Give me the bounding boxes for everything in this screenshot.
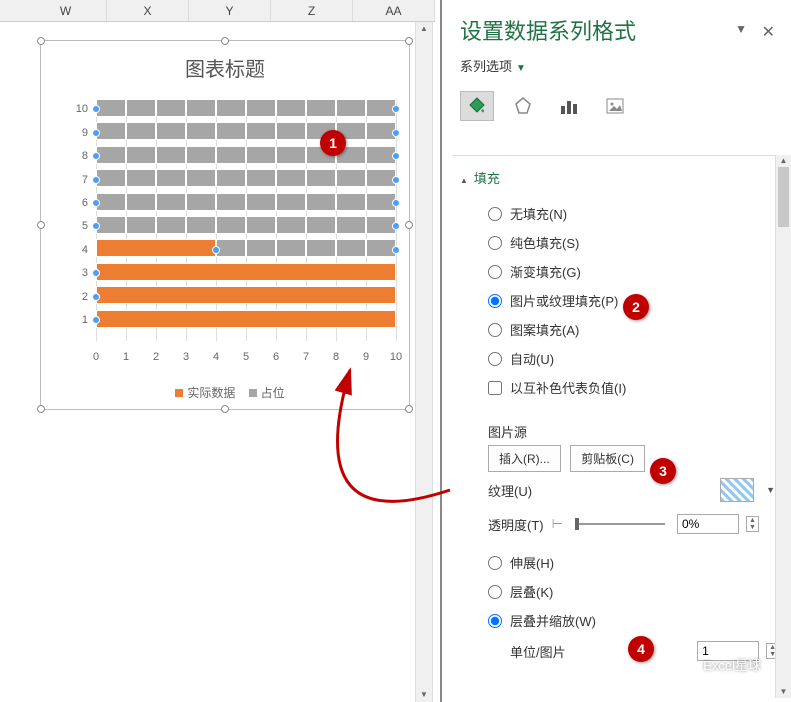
fill-none-radio[interactable]: 无填充(N) [488,199,779,228]
wechat-icon [675,656,697,674]
scroll-up-icon[interactable]: ▲ [416,22,432,36]
picture-source-label: 图片源 [488,418,779,445]
callout-1: 1 [320,130,346,156]
unit-picture-label: 单位/图片 [510,642,566,661]
pane-body: 填充 无填充(N) 纯色填充(S) 渐变填充(G) 图片或纹理填充(P) 图案填… [452,155,787,698]
bar-grey[interactable] [96,122,396,140]
col-header[interactable]: Y [189,0,271,21]
bar-orange[interactable] [96,310,396,328]
transparency-slider[interactable] [575,523,665,525]
stack-radio[interactable]: 层叠(K) [488,577,779,606]
transparency-input[interactable] [677,514,739,534]
format-pane: 设置数据系列格式 ▼ ✕ 系列选项▼ 填充 无填充(N) 纯色填充(S) 渐变填… [440,0,791,702]
close-icon[interactable]: ✕ [762,22,775,42]
bar-grey[interactable] [96,193,396,211]
invert-negative-checkbox[interactable]: 以互补色代表负值(I) [488,373,779,402]
callout-3: 3 [650,458,676,484]
transparency-spinner[interactable]: ▲▼ [746,516,759,532]
col-header[interactable]: W [25,0,107,21]
worksheet-area: W X Y Z AA 图表标题 0 1 2 3 4 5 6 7 8 9 10 1… [0,0,435,702]
series-options-dropdown[interactable]: 系列选项▼ [442,52,791,85]
texture-dropdown[interactable] [720,478,754,502]
fill-solid-radio[interactable]: 纯色填充(S) [488,228,779,257]
column-headers: W X Y Z AA [0,0,435,22]
scroll-down-icon[interactable]: ▼ [416,688,432,702]
bar-orange[interactable] [96,263,396,281]
series-options-icon[interactable] [552,91,586,121]
pane-title: 设置数据系列格式 [460,14,773,46]
plot-area[interactable]: 0 1 2 3 4 5 6 7 8 9 10 10 9 8 7 6 5 4 3 … [96,99,396,359]
transparency-label: 透明度(T) [488,515,544,534]
stretch-radio[interactable]: 伸展(H) [488,548,779,577]
scrollbar-thumb[interactable] [778,167,789,227]
bar-grey[interactable] [96,169,396,187]
callout-4: 4 [628,636,654,662]
pane-options-icon[interactable]: ▼ [735,22,747,36]
effects-icon[interactable] [506,91,540,121]
col-header[interactable]: X [107,0,189,21]
callout-2: 2 [623,294,649,320]
bar-grey[interactable] [216,239,396,257]
scroll-up-icon[interactable]: ▲ [776,155,791,167]
fill-section-header[interactable]: 填充 [452,164,787,191]
bar-orange[interactable] [96,239,216,257]
fill-auto-radio[interactable]: 自动(U) [488,344,779,373]
chart-object[interactable]: 图表标题 0 1 2 3 4 5 6 7 8 9 10 10 9 8 7 6 5… [40,40,410,410]
clipboard-button[interactable]: 剪贴板(C) [570,445,645,472]
worksheet-scrollbar[interactable]: ▲ ▼ [415,22,433,702]
legend-swatch-orange [175,389,183,397]
bar-grey[interactable] [96,99,396,117]
insert-picture-button[interactable]: 插入(R)... [488,445,561,472]
texture-label: 纹理(U) [488,481,532,500]
scroll-down-icon[interactable]: ▼ [776,686,791,698]
picture-icon[interactable] [598,91,632,121]
bar-orange[interactable] [96,286,396,304]
col-header[interactable]: Z [271,0,353,21]
stack-scale-radio[interactable]: 层叠并缩放(W) [488,606,779,635]
fill-line-icon[interactable] [460,91,494,121]
format-category-tabs [442,85,791,133]
legend-swatch-grey [249,389,257,397]
bar-grey[interactable] [96,146,396,164]
pane-scrollbar[interactable]: ▲ ▼ [775,155,791,698]
chart-legend[interactable]: 实际数据 占位 [41,384,409,401]
bar-grey[interactable] [96,216,396,234]
watermark: Excel星球 [675,655,761,674]
col-header[interactable]: AA [353,0,435,21]
chart-title[interactable]: 图表标题 [41,41,409,90]
fill-gradient-radio[interactable]: 渐变填充(G) [488,257,779,286]
